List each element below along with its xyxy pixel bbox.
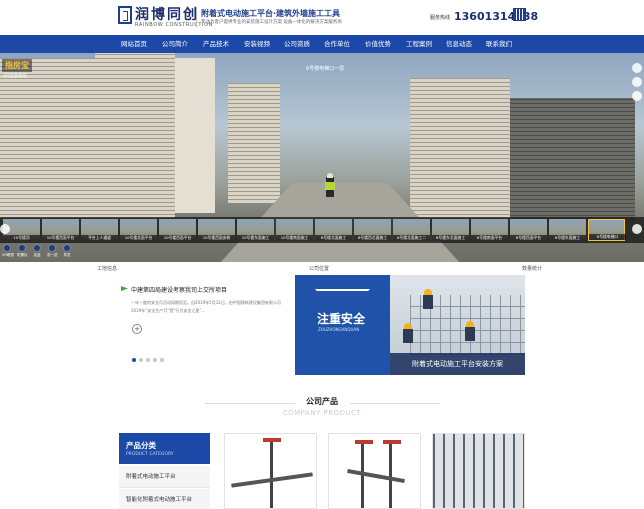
scene-thumb[interactable]: 10号楼西面平台 <box>159 219 196 241</box>
nav-item-contact[interactable]: 联系我们 <box>477 35 521 53</box>
promo-pinyin: ZHUZHONGANQUAN <box>318 327 360 332</box>
gyroscope-icon <box>18 244 26 252</box>
tab-company-location[interactable]: 公司位置 <box>309 265 329 272</box>
carousel-dot[interactable] <box>153 358 157 362</box>
vr-panorama-viewer[interactable]: 指房宝 VR全景看房 6号楼电梯口一层 10号楼顶 10号楼西面平台 平台上人通… <box>0 53 644 262</box>
comment-icon <box>48 244 56 252</box>
share-icon[interactable] <box>632 63 642 73</box>
nav-item-qualifications[interactable]: 公司资质 <box>275 35 319 53</box>
category-item-smart-platform[interactable]: 智能化附着式电动施工平台 <box>119 489 210 509</box>
footprint-icon <box>33 244 41 252</box>
safety-promo-banner[interactable]: 注重安全 ZHUZHONGANQUAN 附着式电动施工平台安装方案 <box>295 275 525 375</box>
building-under-construction <box>510 98 635 223</box>
comment-button[interactable]: 说一说 <box>47 244 58 258</box>
nav-item-products[interactable]: 产品技术 <box>194 35 238 53</box>
carousel-dot[interactable] <box>139 358 143 362</box>
gyroscope-button[interactable]: 陀螺仪 <box>17 244 28 258</box>
category-item-electric-platform[interactable]: 附着式电动施工平台 <box>119 466 210 488</box>
guide-icon <box>63 244 71 252</box>
thumbs-next-icon[interactable] <box>632 224 642 234</box>
category-title: 产品分类 <box>126 441 156 450</box>
nav-item-about[interactable]: 公司简介 <box>153 35 197 53</box>
mast-top <box>383 440 401 444</box>
scene-title: 6号楼电梯口一层 <box>306 66 345 72</box>
scene-thumb[interactable]: 10号楼东面施工 <box>237 219 274 241</box>
news-summary-line-1: 一年一度的安全月活动如期而至。自2019年5月31日，由中国建筑建设集团有限公司 <box>131 300 281 305</box>
building-center-left <box>175 58 215 213</box>
scene-thumb[interactable]: 6号楼东面施工 <box>549 219 586 241</box>
scene-thumb[interactable]: 6号楼东北面施工 <box>432 219 469 241</box>
scene-thumb[interactable]: 6号楼北面施工二 <box>393 219 430 241</box>
product-card[interactable] <box>328 433 421 509</box>
building-right <box>410 78 510 218</box>
vr-glasses-button[interactable]: VR眼镜 <box>2 244 14 258</box>
slogan-subtitle: 专注为客户提供专业的安装施工设计方案 设备一体化的解决方案服务商 <box>201 20 342 25</box>
building-far-left <box>228 83 280 203</box>
worker-figure <box>465 321 475 341</box>
news-summary-line-2: 2019年“安全生产月”暨“行为安全之星”... <box>131 308 206 313</box>
tab-site-info[interactable]: 工地信息 <box>97 265 117 272</box>
vr-brand-subtitle: VR全景看房 <box>3 74 28 79</box>
qr-code-icon <box>513 8 526 21</box>
mast-top <box>355 440 373 444</box>
vr-brand-logo: 指房宝 <box>2 59 32 72</box>
scene-thumb[interactable]: 10号楼南面施工 <box>276 219 313 241</box>
nav-item-partners[interactable]: 合作单位 <box>315 35 359 53</box>
products-section-subtitle: COMPANY PRODUCT <box>282 409 362 417</box>
thumbs-prev-icon[interactable] <box>0 224 10 234</box>
logo-divider <box>196 7 197 27</box>
scene-thumbnail-strip: 10号楼顶 10号楼西面平台 平台上人通道 10号楼北面平台 10号楼西面平台 … <box>0 217 644 243</box>
nav-item-news[interactable]: 信息动态 <box>437 35 481 53</box>
footprint-button[interactable]: 足迹 <box>32 244 42 258</box>
nav-item-advantages[interactable]: 价值优势 <box>356 35 400 53</box>
platform <box>347 468 405 484</box>
hotline-label: 服务热线 <box>430 15 451 21</box>
scene-thumb[interactable]: 平台上人通道 <box>81 219 118 241</box>
site-header: 润博同创 RAINBOW CONSTRUCTION 附着式电动施工平台·建筑外墙… <box>0 0 644 35</box>
scene-thumb[interactable]: 10号楼北面平台 <box>120 219 157 241</box>
scene-thumb[interactable]: 6号楼南面平台 <box>471 219 508 241</box>
scaffold-photo <box>433 434 524 508</box>
product-card[interactable] <box>224 433 317 509</box>
slogan: 附着式电动施工平台·建筑外墙施工工具 <box>201 9 341 18</box>
scene-thumb[interactable]: 10号楼西面安装 <box>198 219 235 241</box>
nav-item-home[interactable]: 网站首页 <box>112 35 156 53</box>
nav-item-videos[interactable]: 安装视频 <box>235 35 279 53</box>
tab-statistics[interactable]: 数量统计 <box>522 265 542 272</box>
building-left-tower <box>95 53 175 218</box>
page: 润博同创 RAINBOW CONSTRUCTION 附着式电动施工平台·建筑外墙… <box>0 0 644 509</box>
promo-caption: 附着式电动施工平台安装方案 <box>390 353 525 375</box>
vr-glasses-icon <box>3 244 11 252</box>
info-icon[interactable] <box>632 91 642 101</box>
nav-item-cases[interactable]: 工程案例 <box>397 35 441 53</box>
product-card[interactable] <box>432 433 525 509</box>
scene-thumb[interactable]: 6号楼西面平台 <box>510 219 547 241</box>
logo-mark-icon[interactable] <box>118 6 132 24</box>
carousel-dot[interactable] <box>160 358 164 362</box>
worker-figure <box>403 323 413 343</box>
guide-button[interactable]: 导览 <box>62 244 72 258</box>
scene-thumb[interactable]: 10号楼西面平台 <box>42 219 79 241</box>
scene-thumb-active[interactable]: 6号楼电梯口 <box>588 219 626 241</box>
carousel-dot[interactable] <box>146 358 150 362</box>
mast-top <box>263 438 281 442</box>
plus-circle-icon[interactable]: + <box>132 324 142 334</box>
scene-thumb[interactable]: 6号楼北面施工 <box>315 219 352 241</box>
like-icon[interactable] <box>632 77 642 87</box>
news-title[interactable]: 中建第四局建设考察我司上交所项目 <box>131 285 227 294</box>
worker-figure <box>325 173 335 197</box>
products-section-title: 公司产品 <box>306 397 338 406</box>
mast <box>270 440 273 508</box>
worker-figure <box>423 289 433 309</box>
building-left <box>0 58 95 218</box>
carousel-dot-active[interactable] <box>132 358 136 362</box>
category-subtitle: PRODUCT CATEGORY <box>126 452 174 457</box>
main-nav: 网站首页 公司简介 产品技术 安装视频 公司资质 合作单位 价值优势 工程案例 … <box>0 35 644 53</box>
scene-thumb[interactable]: 6号楼西北面施工 <box>354 219 391 241</box>
logo-text[interactable]: 润博同创 <box>135 4 199 24</box>
promo-headline: 注重安全 <box>317 312 366 326</box>
vr-toolbar: VR眼镜 陀螺仪 足迹 说一说 导览 <box>0 243 80 262</box>
